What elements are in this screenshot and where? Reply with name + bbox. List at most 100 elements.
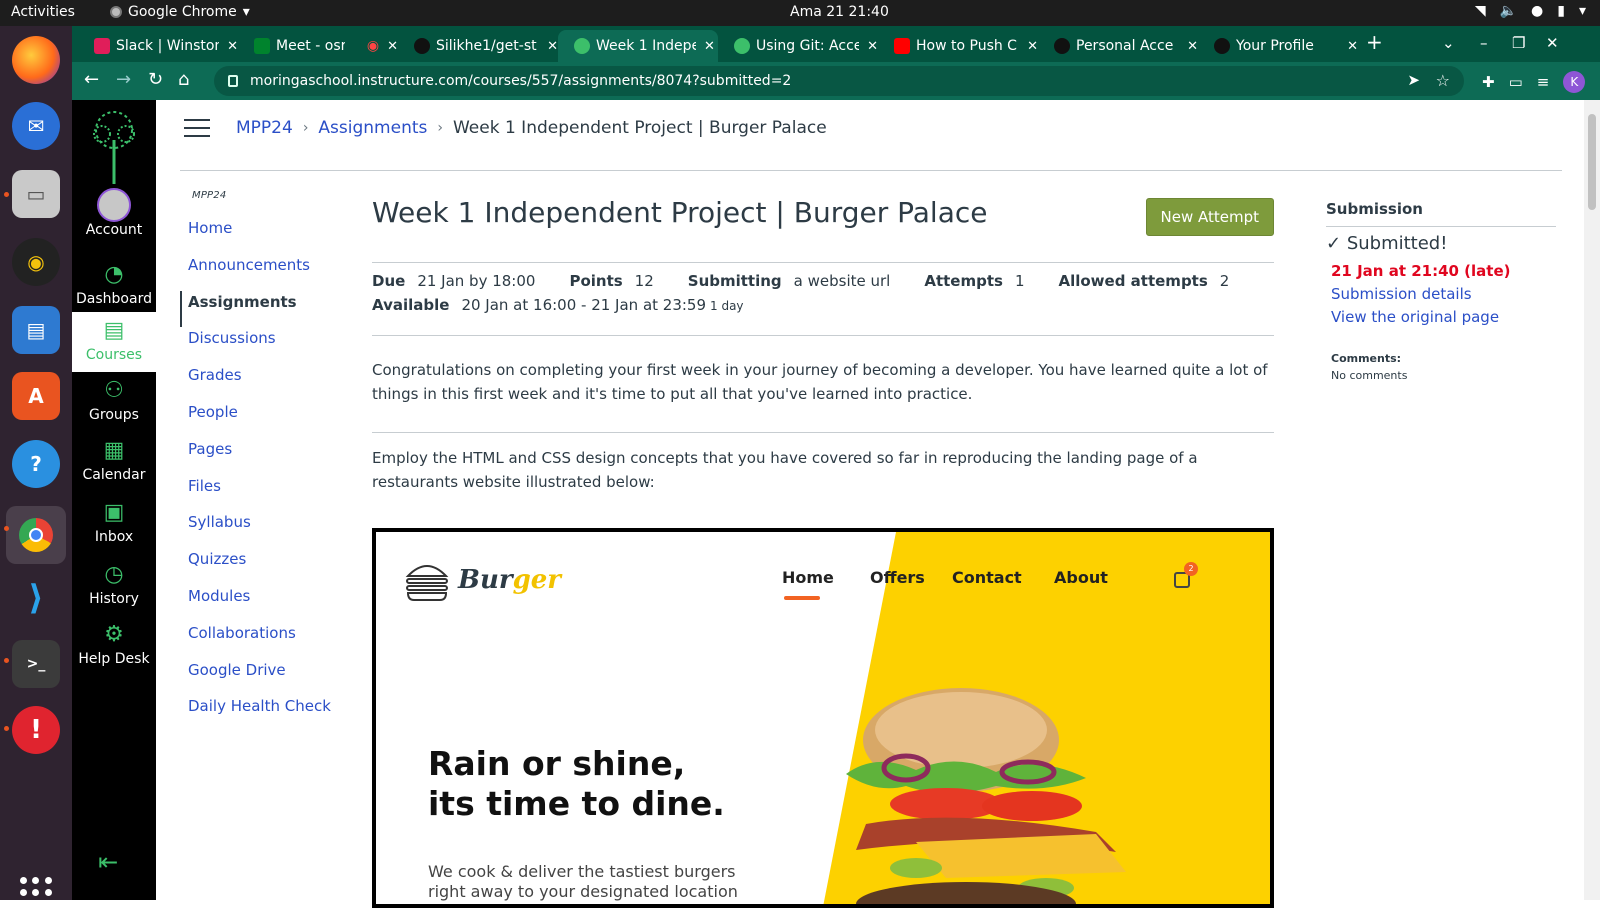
home-icon[interactable]: ⌂ — [178, 69, 189, 90]
github-favicon — [414, 38, 430, 54]
status-text: Submitted! — [1346, 233, 1448, 254]
profile-avatar[interactable]: K — [1563, 71, 1586, 93]
course-nav-announcements[interactable]: Announcements — [180, 254, 350, 291]
breadcrumb: MPP24 › Assignments › Week 1 Independent… — [184, 118, 827, 138]
close-icon[interactable]: ✕ — [1027, 39, 1038, 54]
browser-tab-active[interactable]: Week 1 Indepe ✕ — [558, 30, 718, 62]
tab-title: Your Profile — [1236, 38, 1314, 54]
course-nav-quizzes[interactable]: Quizzes — [180, 548, 350, 585]
new-attempt-button[interactable]: New Attempt — [1145, 198, 1274, 236]
close-icon[interactable]: ✕ — [867, 39, 878, 54]
course-nav-daily-health-check[interactable]: Daily Health Check — [180, 695, 350, 732]
course-nav-grades[interactable]: Grades — [180, 364, 350, 401]
course-nav-google-drive[interactable]: Google Drive — [180, 659, 350, 696]
back-icon[interactable]: ← — [84, 69, 99, 90]
restore-icon[interactable]: ❐ — [1512, 34, 1525, 52]
browser-tab[interactable]: Meet - osr-j ◉ ✕ — [238, 30, 398, 62]
slack-favicon — [94, 38, 110, 54]
forward-icon[interactable]: → — [116, 69, 131, 90]
new-tab-button[interactable]: + — [1366, 30, 1383, 54]
course-nav-people[interactable]: People — [180, 401, 350, 438]
burger-landing-page-mockup: Burger Home Offers Contact About 2 Rain … — [372, 528, 1274, 908]
running-indicator — [4, 726, 9, 731]
clock[interactable]: Ama 21 21:40 — [790, 4, 889, 20]
hamburger-menu-icon[interactable] — [184, 119, 210, 137]
media-control-icon[interactable]: ≡ — [1537, 73, 1550, 91]
global-nav-inbox[interactable]: ▣ Inbox — [72, 500, 156, 545]
activities-button[interactable]: Activities — [11, 4, 75, 20]
rhythmbox-icon[interactable]: ◉ — [12, 238, 60, 286]
scrollbar-thumb[interactable] — [1588, 114, 1596, 210]
course-nav-assignments[interactable]: Assignments — [180, 290, 350, 328]
terminal-icon[interactable]: >_ — [12, 640, 60, 688]
extensions-icon[interactable]: ✚ — [1482, 73, 1495, 91]
url-text: moringaschool.instructure.com/courses/55… — [250, 73, 792, 89]
due-label: Due — [372, 272, 406, 290]
global-nav-courses[interactable]: ▤ Courses — [72, 312, 156, 372]
submission-details-link[interactable]: Submission details — [1331, 285, 1556, 303]
tab-title: Week 1 Indepe — [596, 38, 696, 54]
mockup-nav-offers: Offers — [870, 568, 925, 587]
view-original-page-link[interactable]: View the original page — [1331, 308, 1556, 326]
courses-icon: ▤ — [103, 318, 125, 343]
breadcrumb-course[interactable]: MPP24 — [236, 118, 293, 138]
global-nav-dashboard[interactable]: ◔ Dashboard — [72, 262, 156, 307]
close-icon[interactable]: ✕ — [387, 39, 398, 54]
browser-tab[interactable]: Slack | Winston ✕ — [78, 30, 238, 62]
ubuntu-software-icon[interactable]: A — [12, 372, 60, 420]
collapse-nav-icon[interactable]: ⇤ — [98, 848, 118, 876]
tab-title: Meet - osr-j — [276, 38, 345, 54]
global-nav-calendar[interactable]: ▦ Calendar — [72, 438, 156, 483]
course-nav-files[interactable]: Files — [180, 475, 350, 512]
moringa-logo-icon[interactable] — [82, 104, 146, 184]
app-menu[interactable]: Google Chrome ▾ — [110, 4, 250, 20]
global-nav-help-desk[interactable]: ⚙ Help Desk — [72, 622, 156, 667]
cast-icon[interactable]: ▭ — [1509, 73, 1523, 91]
show-applications-icon[interactable] — [20, 877, 52, 909]
browser-tab[interactable]: How to Push C ✕ — [878, 30, 1038, 62]
chrome-icon[interactable] — [6, 506, 66, 564]
bookmark-star-icon[interactable]: ☆ — [1436, 71, 1450, 90]
course-nav-collaborations[interactable]: Collaborations — [180, 622, 350, 659]
help-icon[interactable]: ? — [12, 440, 60, 488]
page-scrollbar[interactable] — [1584, 100, 1600, 900]
course-nav-syllabus[interactable]: Syllabus — [180, 511, 350, 548]
course-nav-pages[interactable]: Pages — [180, 438, 350, 475]
tab-search-icon[interactable]: ⌄ — [1442, 34, 1455, 52]
system-tray[interactable]: ◥ 🔈 ● ▮ ▾ — [1475, 3, 1586, 19]
close-icon[interactable]: ✕ — [704, 39, 715, 54]
global-nav-history[interactable]: ◷ History — [72, 562, 156, 607]
inbox-icon: ▣ — [103, 500, 125, 525]
global-nav-groups[interactable]: ⚇ Groups — [72, 378, 156, 423]
reload-icon[interactable]: ↻ — [148, 69, 163, 90]
close-icon[interactable]: ✕ — [547, 39, 558, 54]
send-icon[interactable]: ➤ — [1407, 71, 1420, 89]
files-icon[interactable]: ▭ — [12, 170, 60, 218]
browser-tab[interactable]: Using Git: Acce ✕ — [718, 30, 878, 62]
chevron-down-icon: ▾ — [1578, 3, 1586, 19]
browser-tab[interactable]: Silikhe1/get-st ✕ — [398, 30, 558, 62]
system-top-bar: Activities Google Chrome ▾ Ama 21 21:40 ◥… — [0, 0, 1600, 26]
minimize-icon[interactable]: – — [1480, 34, 1488, 52]
global-nav-label: Help Desk — [78, 651, 150, 667]
availability: Available 20 Jan at 16:00 - 21 Jan at 23:… — [372, 296, 744, 314]
global-nav-label: History — [89, 591, 139, 607]
course-nav-modules[interactable]: Modules — [180, 585, 350, 622]
thunderbird-icon[interactable]: ✉ — [12, 102, 60, 150]
address-bar[interactable]: moringaschool.instructure.com/courses/55… — [214, 66, 1464, 96]
close-window-icon[interactable]: ✕ — [1546, 34, 1559, 52]
breadcrumb-assignments[interactable]: Assignments — [318, 118, 427, 138]
update-notifier-icon[interactable]: ! — [12, 706, 60, 754]
course-nav-home[interactable]: Home — [180, 217, 350, 254]
allowed-attempts-label: Allowed attempts — [1058, 272, 1208, 290]
firefox-icon[interactable] — [12, 36, 60, 84]
browser-tab[interactable]: Your Profile ✕ — [1198, 30, 1358, 62]
close-icon[interactable]: ✕ — [1187, 39, 1198, 54]
vscode-icon[interactable]: ⟩ — [12, 574, 60, 622]
close-icon[interactable]: ✕ — [227, 39, 238, 54]
global-nav-account[interactable]: Account — [72, 188, 156, 238]
browser-tab[interactable]: Personal Acce ✕ — [1038, 30, 1198, 62]
close-icon[interactable]: ✕ — [1347, 39, 1358, 54]
libreoffice-writer-icon[interactable]: ▤ — [12, 306, 60, 354]
course-nav-discussions[interactable]: Discussions — [180, 327, 350, 364]
